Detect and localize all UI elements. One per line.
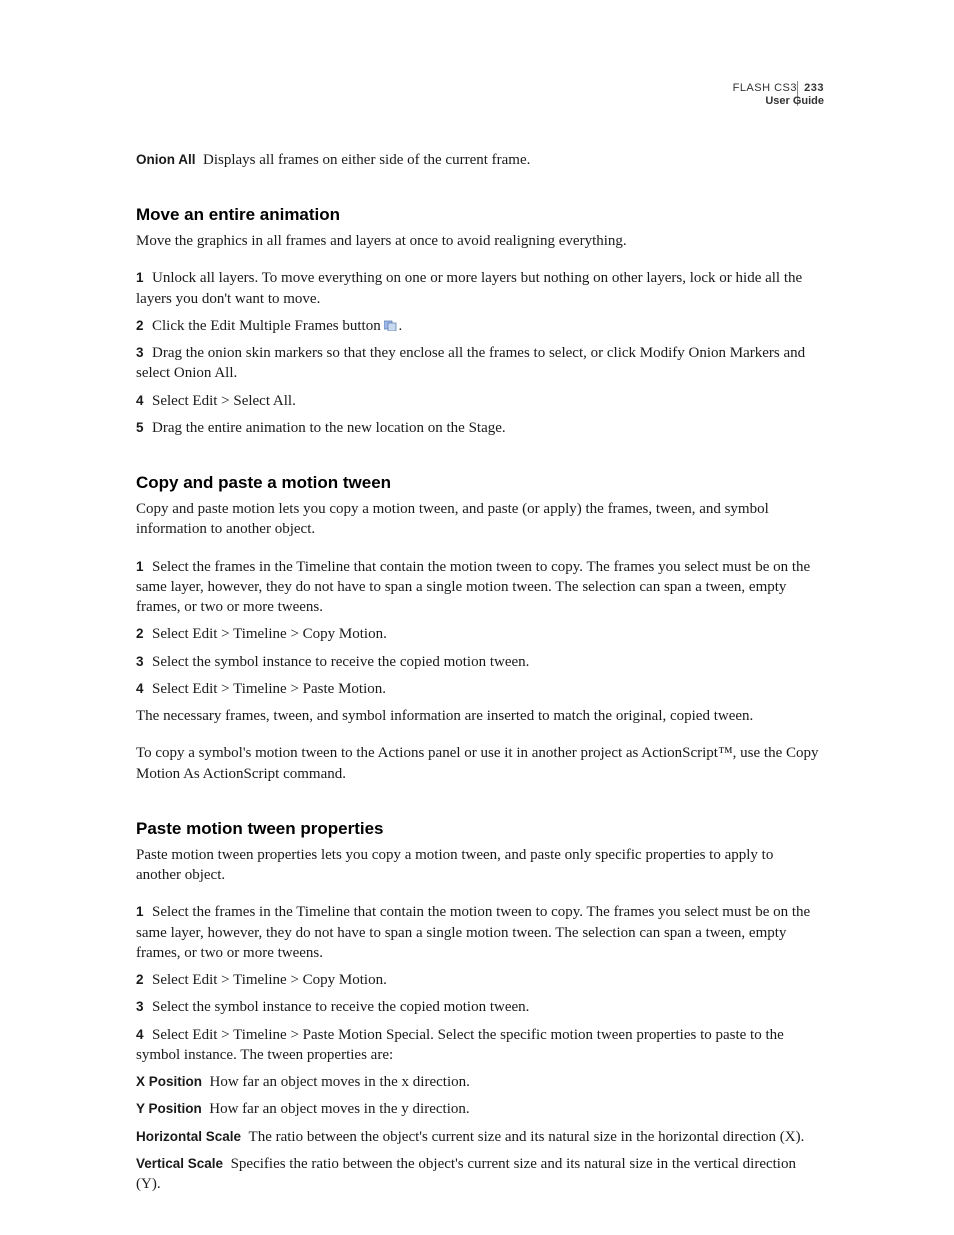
section1-step2: 2Click the Edit Multiple Frames button . bbox=[136, 316, 822, 336]
section3-step4: 4Select Edit > Timeline > Paste Motion S… bbox=[136, 1025, 822, 1066]
section-copy-paste-title: Copy and paste a motion tween bbox=[136, 472, 822, 495]
section3-lead: Paste motion tween properties lets you c… bbox=[136, 845, 822, 886]
section2-step4: 4Select Edit > Timeline > Paste Motion. bbox=[136, 679, 822, 699]
section1-step1: 1Unlock all layers. To move everything o… bbox=[136, 268, 822, 309]
step-number: 2 bbox=[136, 971, 152, 989]
section1-step5: 5Drag the entire animation to the new lo… bbox=[136, 418, 822, 438]
page: FLASH CS3 233 User Guide Onion All Displ… bbox=[0, 0, 954, 1235]
step-number: 4 bbox=[136, 680, 152, 698]
section1-step3: 3Drag the onion skin markers so that the… bbox=[136, 343, 822, 384]
section-paste-properties-title: Paste motion tween properties bbox=[136, 818, 822, 841]
edit-multiple-frames-icon bbox=[384, 319, 398, 331]
onion-all-label: Onion All bbox=[136, 152, 196, 167]
product-name: FLASH CS3 bbox=[733, 82, 797, 94]
step-number: 5 bbox=[136, 419, 152, 437]
step-number: 3 bbox=[136, 653, 152, 671]
x-position-label: X Position bbox=[136, 1074, 202, 1089]
step-number: 4 bbox=[136, 392, 152, 410]
prop-y-position: Y Position How far an object moves in th… bbox=[136, 1099, 822, 1119]
section3-step1: 1Select the frames in the Timeline that … bbox=[136, 902, 822, 963]
step-number: 3 bbox=[136, 998, 152, 1016]
step-number: 1 bbox=[136, 558, 152, 576]
y-position-label: Y Position bbox=[136, 1101, 202, 1116]
step-number: 1 bbox=[136, 269, 152, 287]
prop-x-position: X Position How far an object moves in th… bbox=[136, 1072, 822, 1092]
section3-step2: 2Select Edit > Timeline > Copy Motion. bbox=[136, 970, 822, 990]
horizontal-scale-label: Horizontal Scale bbox=[136, 1129, 241, 1144]
section2-step1: 1Select the frames in the Timeline that … bbox=[136, 557, 822, 618]
page-header: FLASH CS3 233 User Guide bbox=[733, 82, 824, 108]
page-number: 233 bbox=[804, 82, 824, 94]
section2-step2: 2Select Edit > Timeline > Copy Motion. bbox=[136, 624, 822, 644]
content-body: Onion All Displays all frames on either … bbox=[136, 150, 822, 1194]
section2-after1: The necessary frames, tween, and symbol … bbox=[136, 706, 822, 726]
section1-step4: 4Select Edit > Select All. bbox=[136, 391, 822, 411]
section-move-animation-title: Move an entire animation bbox=[136, 204, 822, 227]
onion-all-text: Displays all frames on either side of th… bbox=[203, 152, 530, 168]
prop-horizontal-scale: Horizontal Scale The ratio between the o… bbox=[136, 1127, 822, 1147]
step-number: 4 bbox=[136, 1026, 152, 1044]
step-number: 3 bbox=[136, 344, 152, 362]
section1-lead: Move the graphics in all frames and laye… bbox=[136, 231, 822, 251]
vertical-scale-label: Vertical Scale bbox=[136, 1156, 223, 1171]
section2-step3: 3Select the symbol instance to receive t… bbox=[136, 652, 822, 672]
section2-lead: Copy and paste motion lets you copy a mo… bbox=[136, 499, 822, 540]
section3-step3: 3Select the symbol instance to receive t… bbox=[136, 997, 822, 1017]
step-number: 2 bbox=[136, 317, 152, 335]
onion-all-paragraph: Onion All Displays all frames on either … bbox=[136, 150, 822, 170]
section2-after2: To copy a symbol's motion tween to the A… bbox=[136, 743, 822, 784]
step-number: 2 bbox=[136, 625, 152, 643]
prop-vertical-scale: Vertical Scale Specifies the ratio betwe… bbox=[136, 1154, 822, 1195]
header-subtitle: User Guide bbox=[733, 95, 824, 108]
step-number: 1 bbox=[136, 903, 152, 921]
